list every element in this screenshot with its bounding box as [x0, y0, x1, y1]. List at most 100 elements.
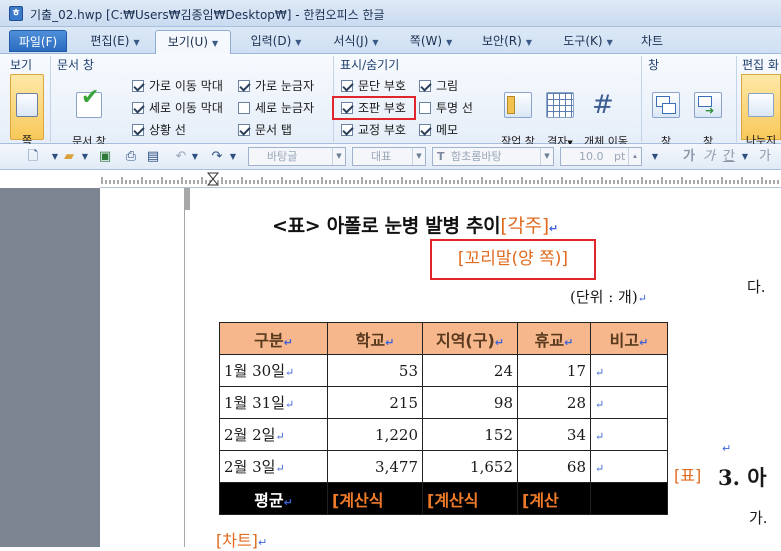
grid-button[interactable]: 격자▼ [544, 78, 576, 150]
check-paragraph-mark[interactable]: 문단 부호 [341, 78, 406, 94]
font-size-input[interactable]: 10.0 pt ▴ [560, 147, 642, 166]
table-header-cell[interactable]: 학교↵ [327, 322, 423, 355]
open-folder-icon[interactable]: ▰ [60, 148, 78, 165]
indent-marker-icon[interactable] [206, 172, 220, 186]
check-horizontal-scrollbar[interactable]: 가로 이동 막대 [132, 78, 223, 94]
tab-insert[interactable]: 입력(D) ▼ [240, 30, 312, 52]
check-picture[interactable]: 그림 [419, 78, 458, 94]
table-cell[interactable]: 1,220 [327, 418, 423, 451]
undo-icon[interactable]: ↶ [172, 148, 190, 165]
style-select[interactable]: 바탕글 ▼ [248, 147, 346, 166]
table-header-cell[interactable]: 비고↵ [590, 322, 668, 355]
data-table[interactable]: 구분↵ 학교↵ 지역(구)↵ 휴교↵ 비고↵ 1월 30일↵ 53 24 17 … [219, 322, 668, 515]
table-cell[interactable]: ↵ [590, 450, 668, 483]
check-vertical-ruler[interactable]: 세로 눈금자 [238, 100, 314, 116]
table-cell[interactable]: 68 [517, 450, 591, 483]
table-cell[interactable]: ↵ [590, 386, 668, 419]
tab-security[interactable]: 보안(R) ▼ [472, 30, 542, 52]
formula-cell[interactable]: [계산 [517, 482, 591, 515]
group-title-doc-window: 문서 창 [57, 58, 94, 72]
table-cell[interactable]: 1,652 [422, 450, 518, 483]
redo-icon[interactable]: ↷ [208, 148, 226, 165]
page-outline-button[interactable]: 쪽 윤곽 [10, 74, 44, 161]
table-footer-cell[interactable] [590, 482, 668, 515]
chevron-down-icon[interactable]: ▼ [740, 148, 750, 165]
tab-view[interactable]: 보기(U) ▼ [155, 30, 231, 54]
checkbox[interactable] [132, 102, 144, 114]
check-transparent-line[interactable]: 투명 선 [419, 100, 473, 116]
checkbox[interactable] [419, 102, 431, 114]
tab-edit[interactable]: 편집(E) ▼ [80, 30, 150, 52]
checkbox[interactable] [238, 102, 250, 114]
table-cell[interactable]: 215 [327, 386, 423, 419]
table-cell[interactable]: 17 [517, 354, 591, 387]
table-header-cell[interactable]: 지역(구)↵ [422, 322, 518, 355]
table-cell[interactable]: 53 [327, 354, 423, 387]
formula-cell[interactable]: [계산식 [422, 482, 518, 515]
no-split-button[interactable]: 나누지 않음 [741, 74, 781, 161]
chevron-down-icon: ▼ [412, 148, 425, 165]
table-cell[interactable]: 2월 3일↵ [219, 450, 328, 483]
table-cell[interactable]: 24 [422, 354, 518, 387]
checkbox[interactable] [419, 124, 431, 136]
paragraph-mark-icon: ↵ [595, 429, 605, 443]
table-cell[interactable]: 1월 31일↵ [219, 386, 328, 419]
table-header-cell[interactable]: 휴교↵ [517, 322, 591, 355]
table-header-cell[interactable]: 구분↵ [219, 322, 328, 355]
check-vertical-scrollbar[interactable]: 세로 이동 막대 [132, 100, 223, 116]
tab-chart[interactable]: 차트 [634, 30, 670, 52]
check-document-tab[interactable]: 문서 탭 [238, 122, 292, 138]
endnote-tag[interactable]: [꼬리말(양 쪽)] [430, 239, 596, 280]
checkbox[interactable] [341, 80, 353, 92]
check-status-line[interactable]: 상황 선 [132, 122, 186, 138]
checkbox[interactable] [419, 80, 431, 92]
page-margin-line [184, 188, 185, 547]
tab-file[interactable]: 파일(F) [9, 30, 67, 52]
checkbox[interactable] [132, 80, 144, 92]
table-cell[interactable]: ↵ [590, 354, 668, 387]
hwp-document-icon[interactable]: ㅎ [9, 6, 23, 21]
font-icon: T [437, 150, 445, 163]
table-cell[interactable]: 3,477 [327, 450, 423, 483]
chart-tag[interactable]: [차트]↵ [216, 527, 267, 551]
underline-button[interactable]: 간 [720, 148, 738, 165]
check-proofread-mark[interactable]: 교정 부호 [341, 122, 406, 138]
bold-button[interactable]: 가 [680, 148, 698, 165]
check-horizontal-ruler[interactable]: 가로 눈금자 [238, 78, 314, 94]
horizontal-ruler[interactable] [100, 170, 781, 188]
document-title[interactable]: <표> 아폴로 눈병 발병 추이[각주]↵ [272, 211, 558, 238]
language-select[interactable]: 대표 ▼ [352, 147, 426, 166]
ribbon: 보기 문서 창 표시/숨기기 창 편집 화 쪽 윤곽 ✔ 문서 창 모양 설정 … [0, 54, 781, 162]
table-footer-cell[interactable]: 평균↵ [219, 482, 328, 515]
chevron-down-icon[interactable]: ▼ [50, 148, 60, 165]
font-select[interactable]: T 함초롬바탕 ▼ [432, 147, 554, 166]
checkbox[interactable] [238, 124, 250, 136]
footnote-tag[interactable]: [각주] [500, 215, 549, 237]
checkbox[interactable] [341, 124, 353, 136]
italic-button[interactable]: 가 [700, 148, 718, 165]
table-cell[interactable]: 98 [422, 386, 518, 419]
table-cell[interactable]: 28 [517, 386, 591, 419]
formula-cell[interactable]: [계산식 [327, 482, 423, 515]
chevron-down-icon[interactable]: ▼ [228, 148, 238, 165]
chevron-down-icon[interactable]: ▼ [80, 148, 90, 165]
save-icon[interactable]: ▣ [96, 148, 114, 165]
preview-icon[interactable]: ▤ [144, 148, 162, 165]
print-icon[interactable]: ⎙ [122, 148, 140, 165]
check-memo[interactable]: 메모 [419, 122, 458, 138]
checkbox[interactable] [132, 124, 144, 136]
chevron-down-icon[interactable]: ▼ [190, 148, 200, 165]
table-cell[interactable]: 152 [422, 418, 518, 451]
table-cell[interactable]: ↵ [590, 418, 668, 451]
more-format-button[interactable]: 가 [756, 148, 774, 165]
new-document-icon[interactable]: 🗋 [24, 148, 42, 165]
table-cell[interactable]: 34 [517, 418, 591, 451]
tab-format[interactable]: 서식(J) ▼ [322, 30, 390, 52]
chevron-down-icon[interactable]: ▼ [648, 148, 662, 165]
table-cell[interactable]: 1월 30일↵ [219, 354, 328, 387]
table-tag[interactable]: [표] [674, 462, 701, 486]
checkbox[interactable] [238, 80, 250, 92]
table-cell[interactable]: 2월 2일↵ [219, 418, 328, 451]
tab-tools[interactable]: 도구(K) ▼ [552, 30, 624, 52]
tab-page[interactable]: 쪽(W) ▼ [400, 30, 462, 52]
